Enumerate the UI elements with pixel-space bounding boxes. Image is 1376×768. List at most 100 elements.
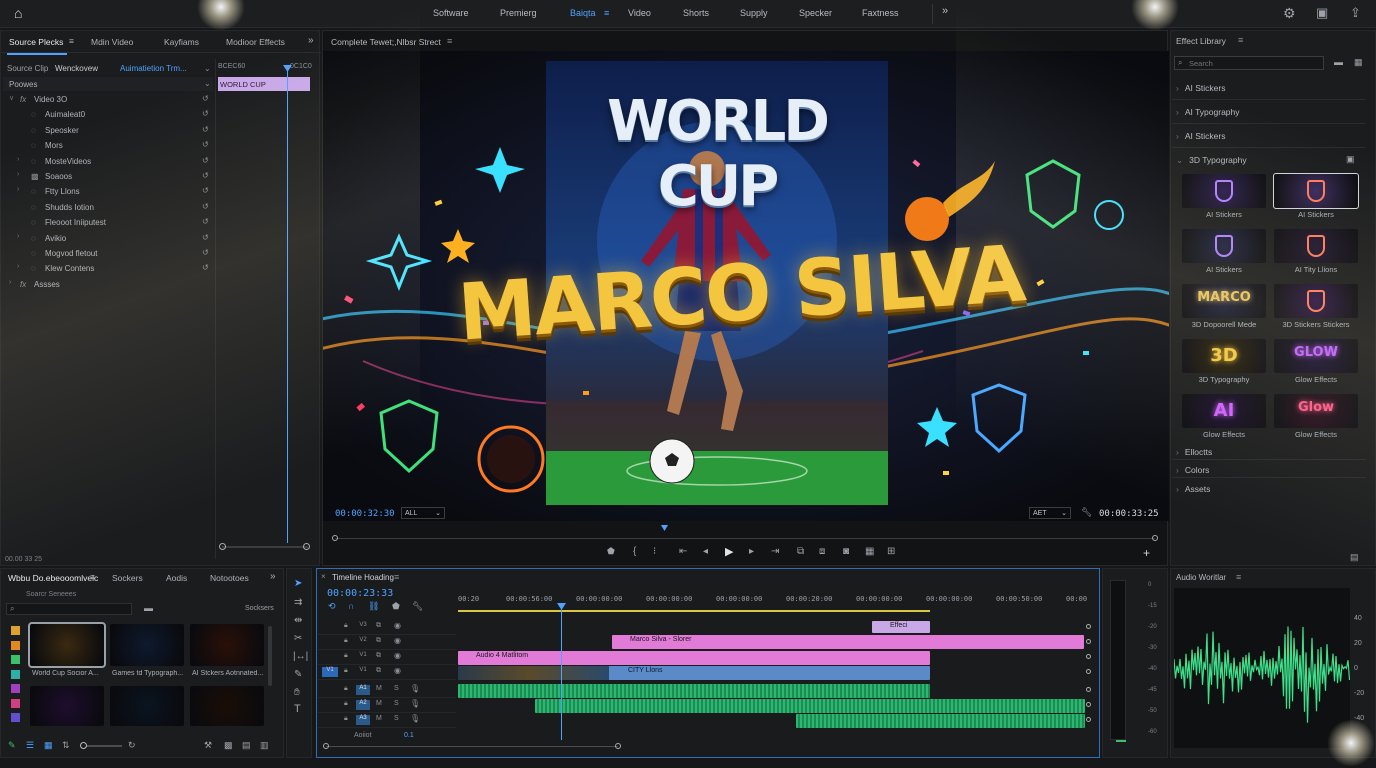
reset-icon[interactable]: ↺ bbox=[202, 217, 209, 226]
reset-icon[interactable]: ↺ bbox=[202, 186, 209, 195]
reset-icon[interactable]: ↺ bbox=[202, 94, 209, 103]
color-swatch[interactable] bbox=[11, 669, 20, 679]
color-swatch[interactable] bbox=[11, 640, 20, 650]
program-timecode-left[interactable]: 00:00:32:30 bbox=[335, 509, 395, 519]
track-name[interactable]: V1 bbox=[356, 667, 370, 677]
effect-tree-row[interactable]: › ◌ Ftty Llons ↺ bbox=[3, 185, 213, 200]
home-icon[interactable]: ⌂ bbox=[14, 5, 22, 21]
overwrite-icon[interactable]: ⧈ bbox=[819, 546, 825, 557]
chevron-right-icon[interactable]: › bbox=[17, 171, 19, 178]
effect-tree-row[interactable]: ∨ fx Video 3O ↺ bbox=[3, 93, 213, 108]
reset-icon[interactable]: ↺ bbox=[202, 202, 209, 211]
reset-icon[interactable]: ↺ bbox=[202, 109, 209, 118]
tab-menu-icon[interactable]: ≡ bbox=[69, 36, 74, 46]
city-lions-clip[interactable]: CITY Llons bbox=[458, 666, 930, 680]
media-thumbnail[interactable] bbox=[190, 624, 264, 666]
effect-tree-row[interactable]: › ▩ Soaoos ↺ bbox=[3, 170, 213, 185]
effect-tree-row[interactable]: ◌ Auimaleat0 ↺ bbox=[3, 108, 213, 123]
mark-in-icon[interactable]: { bbox=[633, 546, 636, 557]
refresh-icon[interactable]: ↻ bbox=[128, 740, 136, 751]
lock-icon[interactable]: 🔒︎ bbox=[344, 637, 348, 645]
window-icon[interactable]: ▣ bbox=[1316, 5, 1328, 21]
effect-tile[interactable]: 3D bbox=[1182, 339, 1266, 373]
media-thumbnail[interactable] bbox=[30, 686, 104, 726]
tab-source-panels[interactable]: Source Plecks bbox=[9, 37, 63, 47]
timeline-playhead[interactable] bbox=[561, 604, 562, 740]
solo-icon[interactable]: S bbox=[394, 685, 399, 692]
wrench-icon[interactable]: 🔧︎ bbox=[412, 601, 423, 612]
stopwatch-icon[interactable]: ◌ bbox=[31, 187, 36, 196]
track-name[interactable]: A1 bbox=[356, 685, 370, 695]
library-section-3d-typography[interactable]: ⌄ 3D Typography bbox=[1176, 155, 1247, 166]
camera-icon[interactable]: ◙ bbox=[843, 546, 849, 557]
mini-playhead[interactable] bbox=[287, 67, 288, 543]
solo-icon[interactable]: S bbox=[394, 715, 399, 722]
track-end-handle[interactable] bbox=[1086, 687, 1091, 692]
eye-icon[interactable]: ◉ bbox=[394, 621, 401, 630]
stopwatch-icon[interactable]: ◌ bbox=[31, 264, 36, 273]
tab-main-video[interactable]: Mdin Video bbox=[91, 37, 133, 47]
source-clip-value[interactable]: Wenckovew bbox=[55, 64, 98, 73]
library-menu-icon[interactable]: ≡ bbox=[1238, 35, 1243, 45]
color-swatch[interactable] bbox=[11, 698, 20, 708]
folder-icon[interactable]: ▬ bbox=[1334, 57, 1343, 67]
chevron-right-icon[interactable]: › bbox=[17, 233, 19, 240]
grid-view-icon[interactable]: ▦ bbox=[1354, 57, 1363, 68]
timeline-menu-icon[interactable]: ≡ bbox=[394, 572, 399, 582]
track-name[interactable]: A2 bbox=[356, 700, 370, 710]
source-patch[interactable] bbox=[322, 685, 338, 695]
microphone-icon[interactable]: 🎙︎ bbox=[410, 699, 420, 708]
sort-icon[interactable]: ⇅ bbox=[62, 740, 70, 751]
magnet-icon[interactable]: ∩ bbox=[348, 601, 354, 611]
library-section-effects[interactable]: › Elloctts bbox=[1176, 447, 1212, 457]
pen-tool-icon[interactable]: ✎ bbox=[294, 669, 302, 680]
grid-view-icon[interactable]: ▦ bbox=[44, 740, 53, 751]
track-end-handle[interactable] bbox=[1086, 639, 1091, 644]
collapse-icon[interactable]: ▣ bbox=[1346, 154, 1355, 165]
stopwatch-icon[interactable]: ◌ bbox=[31, 126, 36, 135]
timeline-timecode[interactable]: 00:00:23:33 bbox=[327, 588, 393, 599]
microphone-icon[interactable]: 🎙︎ bbox=[410, 684, 420, 693]
stopwatch-icon[interactable]: ◌ bbox=[31, 203, 36, 212]
ripple-edit-icon[interactable]: ⇹ bbox=[294, 615, 302, 626]
sync-lock-icon[interactable]: ⧉ bbox=[376, 637, 381, 645]
stopwatch-icon[interactable]: ◌ bbox=[31, 141, 36, 150]
track-name[interactable]: V1 bbox=[356, 652, 370, 662]
lock-icon[interactable]: 🔒︎ bbox=[344, 685, 348, 693]
tab-menu-icon[interactable]: ≡ bbox=[90, 572, 95, 582]
color-swatch[interactable] bbox=[11, 626, 20, 635]
color-swatch[interactable] bbox=[11, 655, 20, 664]
effect-tile[interactable] bbox=[1273, 173, 1359, 209]
menu-specker[interactable]: Specker bbox=[799, 8, 832, 18]
share-icon[interactable]: ⇪ bbox=[1350, 5, 1361, 21]
slip-tool-icon[interactable]: |↔| bbox=[293, 651, 308, 662]
library-section-ai-typography[interactable]: › AI Typography bbox=[1176, 107, 1240, 117]
lock-icon[interactable]: 🔒︎ bbox=[344, 622, 348, 630]
play-icon[interactable]: ▶ bbox=[725, 545, 733, 558]
source-patch[interactable] bbox=[322, 622, 338, 632]
sync-lock-icon[interactable]: ⧉ bbox=[376, 667, 381, 675]
source-patch[interactable] bbox=[322, 652, 338, 662]
resolution-select[interactable]: AET ⌄ bbox=[1029, 507, 1071, 519]
reset-icon[interactable]: ↺ bbox=[202, 233, 209, 242]
selection-tool-icon[interactable]: ➤ bbox=[294, 578, 302, 589]
razor-tool-icon[interactable]: ✂ bbox=[294, 633, 302, 644]
work-area-bar[interactable] bbox=[458, 610, 930, 612]
effect-tile[interactable]: GLOW bbox=[1274, 339, 1358, 373]
reset-icon[interactable]: ↺ bbox=[202, 125, 209, 134]
library-search-box[interactable]: ⌕ bbox=[1174, 56, 1324, 70]
color-swatch[interactable] bbox=[11, 713, 20, 722]
menu-video[interactable]: Video bbox=[628, 8, 651, 18]
type-tool-icon[interactable]: T bbox=[294, 703, 301, 715]
lock-icon[interactable]: 🔒︎ bbox=[344, 700, 348, 708]
track-name[interactable]: V2 bbox=[356, 637, 370, 647]
menu-software[interactable]: Software bbox=[433, 8, 469, 18]
insert-icon[interactable]: ⧉ bbox=[797, 546, 804, 557]
mute-icon[interactable]: M bbox=[376, 685, 382, 692]
stopwatch-icon[interactable]: ◌ bbox=[31, 249, 36, 258]
library-section-ai-stickers-2[interactable]: › AI Stickers bbox=[1176, 131, 1225, 141]
library-section-colors[interactable]: › Colors bbox=[1176, 465, 1209, 475]
effect-tree-row[interactable]: › ◌ Klew Contens ↺ bbox=[3, 262, 213, 277]
stopwatch-icon[interactable]: ▩ bbox=[31, 172, 39, 181]
track-end-handle[interactable] bbox=[1086, 702, 1091, 707]
